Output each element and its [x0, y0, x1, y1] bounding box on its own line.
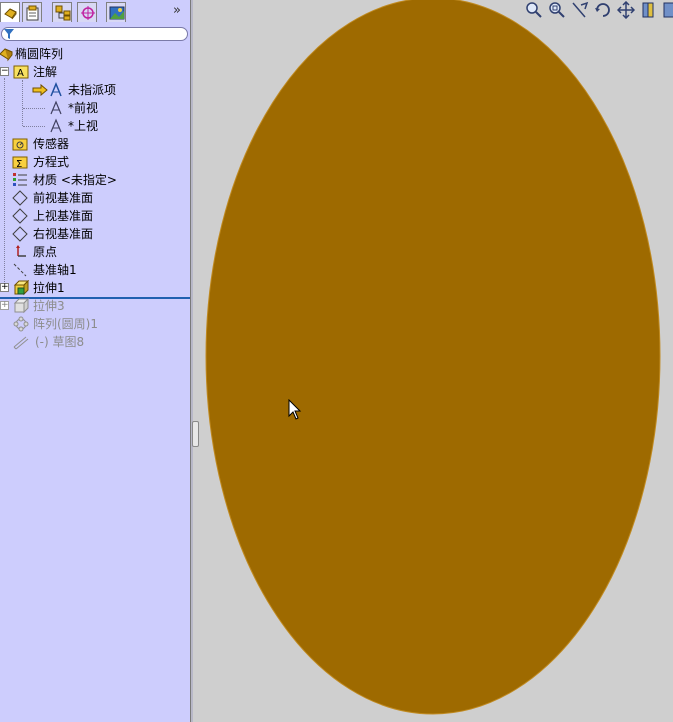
annotations-icon: A [13, 65, 29, 79]
tree-item-extrude3[interactable]: + 拉伸3 [0, 297, 190, 315]
tree-item-label: 拉伸1 [33, 281, 65, 295]
propertymanager-tab-icon [26, 5, 39, 21]
zoom-to-fit-icon[interactable] [525, 1, 543, 19]
material-icon [13, 173, 27, 186]
arrow-right-icon [32, 83, 48, 97]
tab-featuremanager[interactable] [0, 2, 20, 22]
tab-display-manager[interactable] [106, 2, 126, 22]
tree-item-label: 未指派项 [68, 83, 117, 97]
origin-icon [16, 245, 26, 257]
expand-icon[interactable]: + [0, 301, 9, 310]
rotate-icon[interactable] [594, 1, 612, 19]
tree-item-circular-pattern[interactable]: 阵列(圆周)1 [0, 315, 190, 333]
tree-item-front-plane[interactable]: 前视基准面 [0, 189, 190, 207]
tree-item-label: 右视基准面 [33, 227, 94, 241]
sketch-icon [13, 336, 29, 350]
featuremanager-tab-icon [4, 8, 17, 20]
filter-icon [4, 29, 14, 39]
tree-item-label: *上视 [68, 119, 99, 133]
tab-configurationmanager[interactable] [52, 2, 72, 22]
tree-item-sensors[interactable]: 传感器 [0, 135, 190, 153]
tree-filter-input[interactable] [1, 27, 188, 41]
tree-item-label: 阵列(圆周)1 [33, 317, 98, 331]
tab-dimxpert[interactable] [77, 2, 97, 22]
zoom-in-out-icon[interactable] [571, 1, 589, 19]
axis-icon [13, 263, 27, 277]
tree-item-label: (-) 草图8 [35, 335, 85, 349]
sensor-folder-icon [12, 138, 28, 151]
tree-item-top-annotation[interactable]: *上视 [0, 117, 190, 135]
plane-icon [12, 190, 28, 206]
annotation-view-icon [50, 100, 62, 115]
annotation-view-icon [50, 118, 62, 133]
zoom-to-area-icon[interactable] [548, 1, 566, 19]
tree-item-material[interactable]: 材质 <未指定> [0, 171, 190, 189]
mouse-cursor-icon [288, 399, 302, 420]
pan-icon[interactable] [617, 1, 635, 19]
tree-item-label: *前视 [68, 101, 99, 115]
display-manager-tab-icon [109, 6, 125, 20]
tree-item-label: 前视基准面 [33, 191, 94, 205]
part-icon [0, 48, 13, 62]
tree-item-top-plane[interactable]: 上视基准面 [0, 207, 190, 225]
section-view-icon[interactable] [640, 1, 658, 19]
collapse-icon[interactable]: − [0, 67, 9, 76]
tree-item-label: 原点 [33, 245, 58, 259]
tree-item-annotations[interactable]: − A 注解 [0, 63, 190, 81]
tree-item-label: 拉伸3 [33, 299, 65, 313]
circular-pattern-icon [13, 316, 29, 332]
tab-propertymanager[interactable] [22, 2, 42, 22]
extrude-icon [13, 298, 29, 314]
panel-tab-bar: » [0, 0, 190, 24]
annotation-view-icon [50, 82, 62, 97]
tree-item-right-plane[interactable]: 右视基准面 [0, 225, 190, 243]
tree-item-label: 材质 <未指定> [33, 173, 117, 187]
tree-item-label: 注解 [33, 65, 58, 79]
tree-root[interactable]: 椭圆阵列 [0, 45, 190, 63]
tree-item-origin[interactable]: 原点 [0, 243, 190, 261]
tree-item-label: 上视基准面 [33, 209, 94, 223]
dimxpert-tab-icon [81, 6, 95, 20]
tree-item-front-annotation[interactable]: *前视 [0, 99, 190, 117]
svg-text:Σ: Σ [16, 159, 22, 170]
tree-item-label: 基准轴1 [33, 263, 77, 277]
expand-icon[interactable]: + [0, 283, 9, 292]
feature-manager-panel: » 椭圆阵列 − A 注解 未指派项 *前视 *上视 传感器 Σ 方程式 材质 … [0, 0, 190, 722]
plane-icon [12, 208, 28, 224]
tree-item-sketch[interactable]: (-) 草图8 [0, 333, 190, 351]
tree-root-label: 椭圆阵列 [15, 47, 64, 61]
tree-item-unassigned[interactable]: 未指派项 [0, 81, 190, 99]
expand-panel-button[interactable]: » [173, 3, 181, 18]
tree-item-label: 传感器 [33, 137, 70, 151]
graphics-viewport[interactable] [193, 0, 673, 722]
tree-item-extrude1[interactable]: + 拉伸1 [0, 279, 190, 297]
tree-item-label: 方程式 [33, 155, 70, 169]
extrude-icon [13, 280, 29, 296]
tree-item-equations[interactable]: Σ 方程式 [0, 153, 190, 171]
part-body[interactable] [205, 0, 661, 715]
display-style-icon[interactable] [663, 1, 673, 19]
tree-item-axis[interactable]: 基准轴1 [0, 261, 190, 279]
plane-icon [12, 226, 28, 242]
svg-text:A: A [17, 68, 24, 79]
configurationmanager-tab-icon [55, 5, 71, 21]
equations-folder-icon: Σ [12, 156, 28, 170]
